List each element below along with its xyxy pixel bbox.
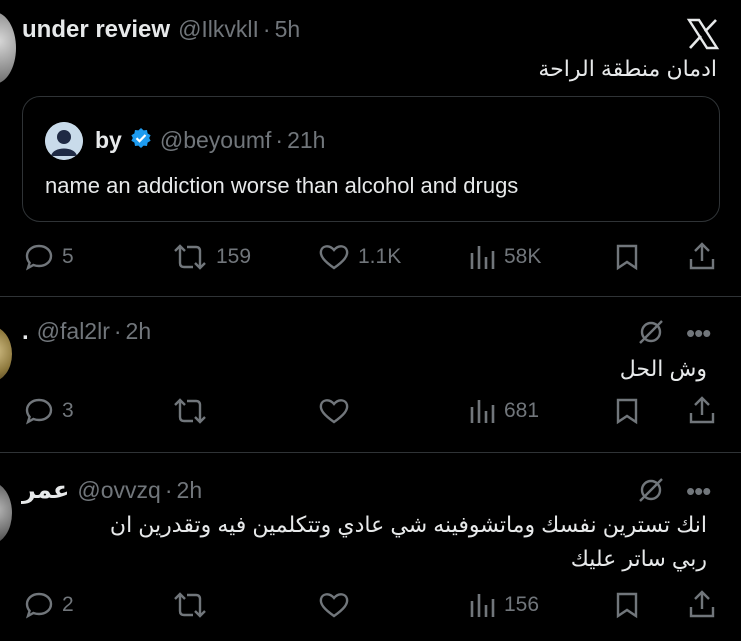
bookmark-button[interactable] [614, 591, 640, 619]
avatar[interactable] [0, 482, 12, 544]
share-button[interactable] [688, 241, 716, 271]
grok-icon[interactable] [636, 317, 666, 352]
views-button[interactable]: 58K [468, 243, 541, 271]
views-count: 681 [504, 399, 540, 422]
heart-icon [319, 399, 349, 424]
more-options-icon[interactable]: ••• [686, 476, 711, 507]
quote-header: by @beyoumf · 21h [95, 127, 325, 154]
reply-count: 3 [62, 399, 74, 422]
quote-tweet-card[interactable]: by @beyoumf · 21h name an addiction wors… [22, 96, 720, 222]
more-options-icon[interactable]: ••• [686, 318, 711, 349]
timestamp[interactable]: 5h [275, 16, 301, 43]
tweet-text: وش الحل [619, 356, 707, 381]
retweet-button[interactable] [172, 591, 208, 619]
dot-separator: · [275, 127, 284, 153]
retweet-icon [174, 592, 206, 618]
timestamp[interactable]: 2h [126, 318, 152, 345]
author-name[interactable]: . [22, 318, 29, 346]
quote-author-name[interactable]: by [95, 127, 122, 154]
like-button[interactable]: 1.1K [318, 243, 401, 271]
reply-icon [25, 398, 53, 425]
tweet-header: under review @IlkvklI · 5h [22, 16, 300, 44]
share-icon [689, 242, 715, 270]
bookmark-button[interactable] [614, 243, 640, 271]
bookmark-icon [616, 592, 638, 619]
quote-text: name an addiction worse than alcohol and… [45, 173, 519, 198]
share-button[interactable] [688, 589, 716, 619]
dot-separator: · [262, 16, 271, 42]
like-button[interactable] [318, 591, 350, 619]
reply-count: 5 [62, 245, 74, 268]
tweet-header: . @fal2lr · 2h [22, 318, 151, 346]
retweet-button[interactable]: 159 [172, 243, 251, 271]
dot-separator: · [113, 318, 122, 344]
quote-timestamp[interactable]: 21h [287, 127, 325, 154]
author-name[interactable]: عمر [22, 476, 69, 505]
views-icon [470, 246, 495, 269]
close-icon[interactable] [686, 18, 720, 50]
bookmark-icon [616, 398, 638, 425]
timestamp[interactable]: 2h [177, 477, 203, 504]
retweet-icon [174, 398, 206, 424]
avatar[interactable] [0, 326, 12, 382]
heart-icon [319, 245, 349, 270]
divider [0, 296, 741, 297]
tweet-header: عمر @ovvzq · 2h [22, 476, 202, 505]
tweet-text-line: انك تسترين نفسك وماتشوفينه شي عادي وتتكل… [109, 512, 707, 537]
tweet-text-line: ربي ساتر عليك [570, 546, 707, 571]
author-name[interactable]: under review [22, 16, 170, 44]
views-icon [470, 594, 495, 617]
like-count: 1.1K [358, 245, 402, 268]
heart-icon [319, 593, 349, 618]
grok-icon[interactable] [636, 475, 666, 510]
reply-icon [25, 592, 53, 619]
quote-author-handle[interactable]: @beyoumf [160, 127, 272, 154]
quote-avatar[interactable] [45, 122, 83, 160]
default-avatar-icon [45, 122, 83, 160]
verified-badge-icon [130, 127, 152, 154]
retweet-button[interactable] [172, 397, 208, 425]
tweet-text: ادمان منطقة الراحة [538, 56, 717, 81]
reply-button[interactable]: 5 [24, 243, 74, 271]
reply-count: 2 [62, 593, 74, 616]
author-handle[interactable]: @IlkvklI [178, 16, 259, 43]
dot-separator: · [164, 477, 173, 503]
retweet-icon [174, 244, 206, 270]
author-handle[interactable]: @ovvzq [77, 477, 160, 504]
avatar[interactable] [0, 12, 16, 84]
views-count: 156 [504, 593, 540, 616]
bookmark-icon [616, 244, 638, 271]
reply-button[interactable]: 2 [24, 591, 74, 619]
share-icon [689, 396, 715, 424]
views-icon [470, 400, 495, 423]
like-button[interactable] [318, 397, 350, 425]
share-button[interactable] [688, 395, 716, 425]
share-icon [689, 590, 715, 618]
reply-icon [25, 244, 53, 271]
views-button[interactable]: 681 [468, 397, 539, 425]
bookmark-button[interactable] [614, 397, 640, 425]
views-count: 58K [504, 245, 542, 268]
author-handle[interactable]: @fal2lr [37, 318, 110, 345]
views-button[interactable]: 156 [468, 591, 539, 619]
divider [0, 452, 741, 453]
retweet-count: 159 [216, 245, 252, 268]
reply-button[interactable]: 3 [24, 397, 74, 425]
